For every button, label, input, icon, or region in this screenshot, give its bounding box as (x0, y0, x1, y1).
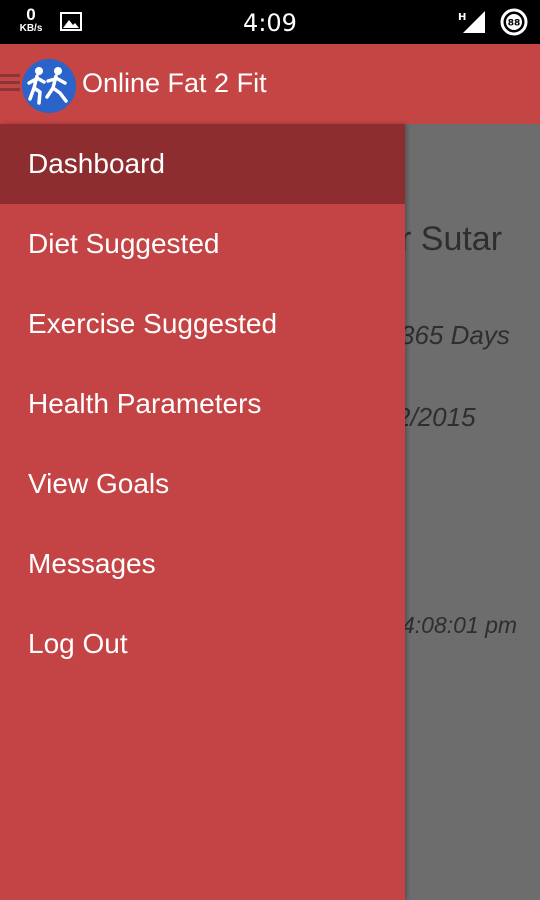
navigation-drawer: Dashboard Diet Suggested Exercise Sugges… (0, 124, 405, 900)
drawer-item-messages[interactable]: Messages (0, 524, 405, 604)
battery-icon: 88 (500, 8, 528, 36)
network-type-label: H (458, 12, 466, 23)
last-login-fragment: 4:08:01 pm (402, 612, 518, 638)
app-bar: Online Fat 2 Fit (0, 44, 540, 124)
plan-duration-fragment: 365 Days (400, 320, 510, 350)
status-bar: 0 KB/s 4:09 H 88 (0, 0, 540, 44)
drawer-item-health-parameters[interactable]: Health Parameters (0, 364, 405, 444)
user-name-fragment: r Sutar (400, 220, 503, 258)
menu-icon[interactable] (0, 74, 20, 92)
drawer-item-dashboard[interactable]: Dashboard (0, 124, 405, 204)
signal-strength-icon: H (458, 11, 485, 33)
app-title: Online Fat 2 Fit (82, 68, 267, 98)
drawer-item-log-out[interactable]: Log Out (0, 604, 405, 684)
drawer-item-diet-suggested[interactable]: Diet Suggested (0, 204, 405, 284)
drawer-item-view-goals[interactable]: View Goals (0, 444, 405, 524)
drawer-item-exercise-suggested[interactable]: Exercise Suggested (0, 284, 405, 364)
battery-level-label: 88 (508, 19, 521, 29)
start-date-fragment: 2/2015 (396, 402, 476, 432)
app-logo-icon[interactable] (22, 59, 76, 113)
